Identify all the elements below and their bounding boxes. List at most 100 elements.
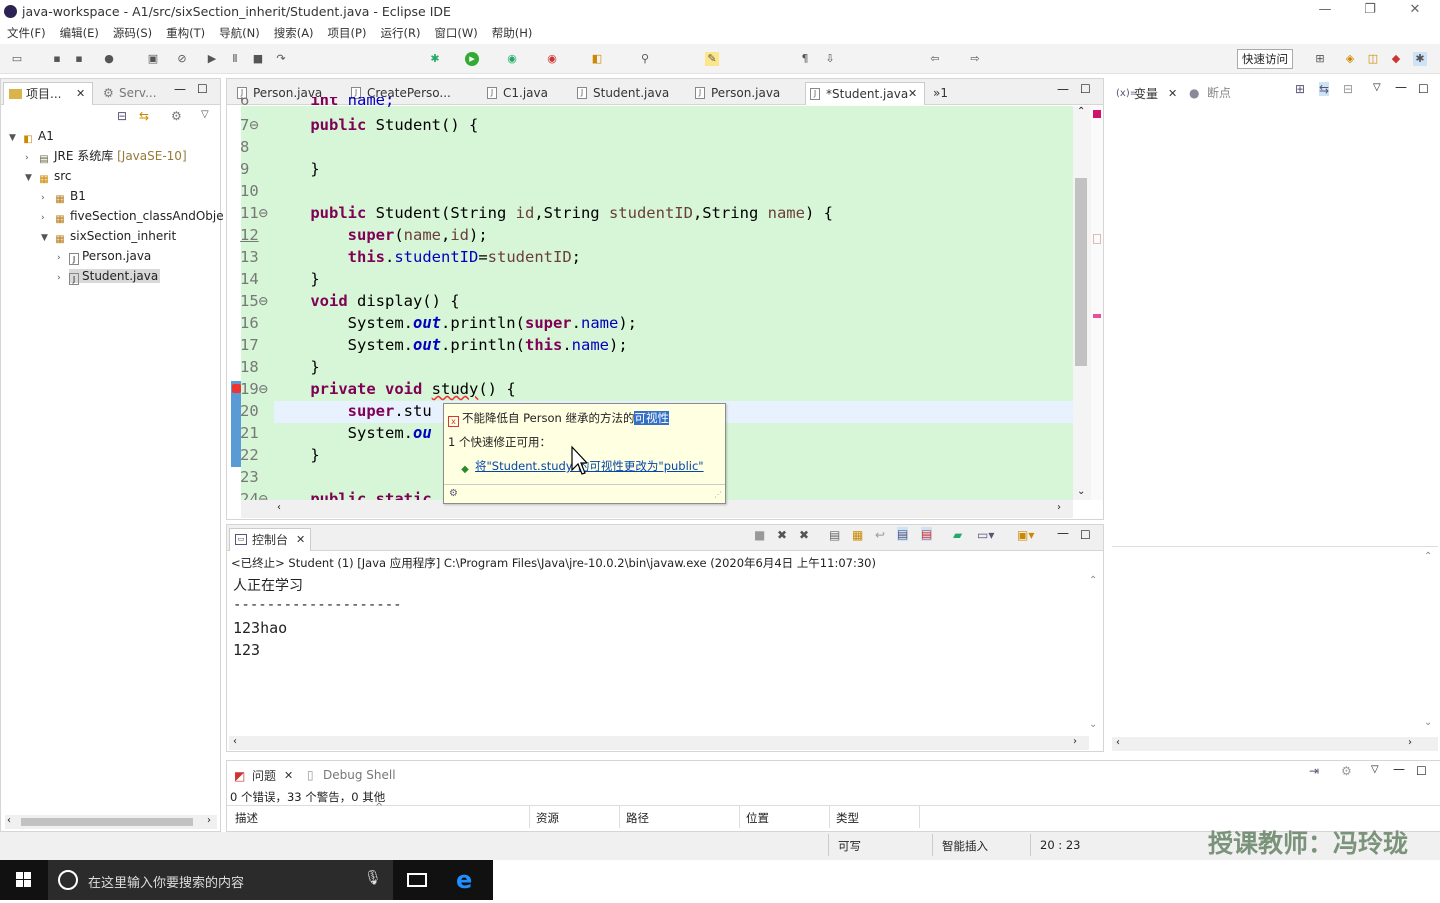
taskbar-search-box[interactable]: 在这里输入你要搜索的内容 🎙 — [48, 860, 393, 900]
maximize-view-icon[interactable]: ☐ — [1080, 528, 1091, 542]
column-path[interactable]: 路径 — [626, 810, 649, 826]
tab-debug-shell[interactable]: ▯ Debug Shell — [305, 764, 405, 787]
menu-edit[interactable]: 编辑(E) — [53, 24, 106, 42]
close-icon[interactable]: ✕ — [284, 765, 293, 787]
save-all-icon[interactable]: ▪ — [72, 52, 86, 66]
minimize-view-icon[interactable]: — — [1395, 80, 1407, 94]
tree-item-fivesection[interactable]: › ▦ fiveSection_classAndObje — [41, 208, 224, 226]
tab-problems[interactable]: ◩ 问题 ✕ — [229, 764, 297, 787]
menu-window[interactable]: 窗口(W) — [427, 24, 484, 42]
pin-console-icon[interactable]: ▰ — [953, 528, 962, 542]
tree-item-student-java[interactable]: › J Student.java — [57, 268, 161, 286]
new-icon[interactable]: ▭ — [10, 52, 24, 66]
close-icon[interactable]: ✕ — [296, 529, 305, 551]
open-console-icon[interactable]: ▣▾ — [1017, 528, 1034, 542]
menu-help[interactable]: 帮助(H) — [485, 24, 540, 42]
minimize-button[interactable]: — — [1310, 2, 1340, 22]
occurrence-overview-marker[interactable] — [1093, 234, 1101, 244]
error-overview-marker[interactable] — [1093, 110, 1101, 118]
suspend-icon[interactable]: Ⅱ — [228, 52, 242, 66]
menu-search[interactable]: 搜索(A) — [267, 24, 321, 42]
tree-item-jre[interactable]: › ▤ JRE 系统库 [JavaSE-10] — [25, 148, 187, 166]
save-icon[interactable]: ▪ — [50, 52, 64, 66]
clear-console-icon[interactable]: ▤ — [829, 528, 840, 542]
restore-button[interactable]: ❐ — [1355, 2, 1385, 22]
run-icon[interactable]: ▸ — [465, 52, 479, 66]
display-console-icon[interactable]: ▭▾ — [977, 528, 994, 542]
open-perspective-icon[interactable]: ⊞ — [1313, 52, 1327, 66]
remove-launch-icon[interactable]: ✖ — [777, 528, 787, 542]
menu-file[interactable]: 文件(F) — [0, 24, 53, 42]
minimize-view-icon[interactable]: — — [1393, 762, 1405, 776]
scroll-left-icon[interactable]: ‹ — [1116, 737, 1120, 748]
maximize-view-icon[interactable]: ☐ — [1418, 82, 1429, 96]
column-location[interactable]: 位置 — [746, 810, 769, 826]
scroll-up-icon[interactable]: ⌃ — [1089, 575, 1097, 586]
vertical-scrollbar[interactable]: ⌃ ⌄ — [1073, 106, 1091, 500]
show-type-names-icon[interactable]: ⊞ — [1295, 82, 1305, 96]
task-view-button[interactable] — [393, 860, 441, 900]
word-wrap-icon[interactable]: ↩ — [875, 528, 885, 542]
close-icon[interactable]: ✕ — [1168, 83, 1177, 105]
scroll-right-icon[interactable]: › — [1057, 502, 1061, 513]
scrollbar-thumb[interactable] — [21, 818, 193, 826]
minimize-view-icon[interactable]: — — [174, 82, 186, 96]
overview-ruler[interactable] — [1091, 106, 1103, 500]
error-squiggle[interactable]: study — [432, 380, 479, 398]
resume-icon[interactable]: ▶ — [205, 52, 219, 66]
configure-icon[interactable]: ⚙ — [449, 488, 458, 499]
tab-breakpoints[interactable]: ● 断点 — [1189, 82, 1249, 105]
menu-run[interactable]: 运行(R) — [373, 24, 427, 42]
minimize-view-icon[interactable]: — — [1057, 82, 1069, 96]
quick-fix-link-text[interactable]: 将"Student.study"的可视性更改为"public" — [475, 459, 704, 473]
step-icon[interactable]: ↷ — [274, 52, 288, 66]
terminate-icon[interactable]: ■ — [251, 52, 265, 66]
remove-all-icon[interactable]: ✖ — [799, 528, 809, 542]
scroll-down-icon[interactable]: ⌄ — [1077, 486, 1085, 497]
horizontal-scrollbar[interactable]: ‹ › — [1112, 737, 1438, 751]
menu-navigate[interactable]: 导航(N) — [212, 24, 267, 42]
resize-grip-icon[interactable]: ⋰ — [714, 490, 722, 499]
menu-refactor[interactable]: 重构(T) — [159, 24, 212, 42]
minimize-view-icon[interactable]: — — [1057, 526, 1069, 540]
scroll-lock-icon[interactable]: ▦ — [852, 528, 863, 542]
scroll-left-icon[interactable]: ‹ — [277, 502, 281, 513]
focus-icon[interactable]: ⇥ — [1309, 764, 1319, 778]
menu-project[interactable]: 项目(P) — [321, 24, 374, 42]
scroll-down-icon[interactable]: ⌄ — [1089, 719, 1097, 730]
skip-breakpoints-icon[interactable]: ⊘ — [175, 52, 189, 66]
java-perspective-icon[interactable]: ◫ — [1366, 52, 1380, 66]
java-ee-perspective-icon[interactable]: ◈ — [1343, 52, 1357, 66]
collapse-all-icon[interactable]: ⊟ — [1343, 82, 1353, 96]
tree-item-person-java[interactable]: › J Person.java — [57, 248, 151, 266]
scroll-up-icon[interactable]: ⌃ — [1077, 106, 1085, 117]
open-type-icon[interactable]: ◧ — [590, 52, 604, 66]
scroll-right-icon[interactable]: › — [1408, 737, 1412, 748]
column-type[interactable]: 类型 — [836, 810, 859, 826]
view-menu-icon[interactable]: ▽ — [1371, 764, 1379, 775]
tree-item-a1[interactable]: ▼ ◧ A1 — [9, 128, 54, 146]
tree-item-b1[interactable]: › ▦ B1 — [41, 188, 86, 206]
warning-overview-marker[interactable] — [1093, 314, 1101, 318]
scroll-right-icon[interactable]: › — [1073, 736, 1077, 747]
tab-variables[interactable]: (x)= 变量 ✕ — [1111, 82, 1183, 105]
terminal-icon[interactable]: ▣ — [146, 52, 160, 66]
scroll-down-icon[interactable]: ⌄ — [1424, 717, 1432, 728]
scrollbar-thumb[interactable] — [1075, 178, 1087, 366]
show-on-stdout-icon[interactable]: ▤ — [897, 527, 909, 541]
view-menu-icon[interactable]: ▽ — [1373, 82, 1381, 93]
start-button[interactable] — [0, 860, 48, 900]
back-icon[interactable]: ⇦ — [928, 52, 942, 66]
external-tools-icon[interactable]: ◉ — [545, 52, 559, 66]
tree-item-sixsection[interactable]: ▼ ▦ sixSection_inherit — [41, 228, 176, 246]
maximize-view-icon[interactable]: ☐ — [1416, 764, 1427, 778]
horizontal-scrollbar[interactable]: ‹ › — [229, 736, 1089, 750]
coverage-icon[interactable]: ◉ — [505, 52, 519, 66]
tree-item-src[interactable]: ▼ ▦ src — [25, 168, 72, 186]
next-annotation-icon[interactable]: ⇩ — [823, 52, 837, 66]
horizontal-scrollbar[interactable]: ‹ › — [5, 815, 217, 829]
debug-icon[interactable]: ✱ — [428, 52, 442, 66]
show-logical-structure-icon[interactable]: ⇆ — [1319, 82, 1330, 96]
maximize-view-icon[interactable]: ☐ — [197, 82, 208, 96]
scroll-right-icon[interactable]: › — [207, 815, 211, 826]
